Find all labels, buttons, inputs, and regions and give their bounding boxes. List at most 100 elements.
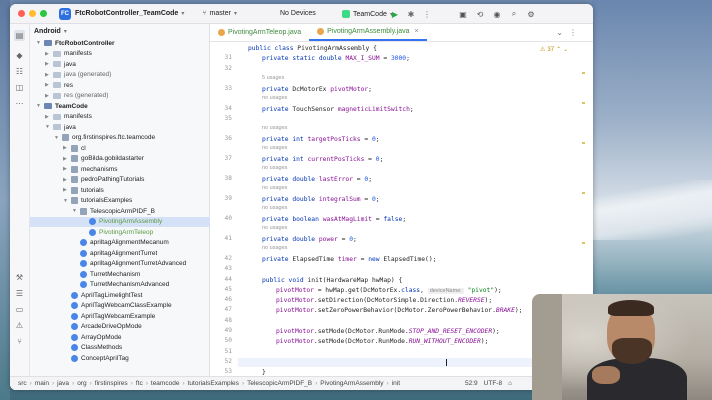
code-line[interactable]: pivotMotor.setDirection(DcMotorSimple.Di…	[276, 296, 492, 305]
usage-hint[interactable]: no usages	[262, 145, 287, 151]
tree-item[interactable]: ConceptAprilTag	[30, 353, 210, 363]
tree-item[interactable]: AprilTagWebcamExample	[30, 311, 210, 321]
usage-hint[interactable]: no usages	[262, 165, 287, 171]
chevron-icon[interactable]: ▶	[45, 51, 53, 57]
more-tools-icon[interactable]: ⋯	[14, 98, 25, 109]
breadcrumb-item[interactable]: TelescopicArmPIDF_B	[247, 380, 312, 387]
tabs-more-icon[interactable]: ⋮	[569, 28, 577, 37]
breadcrumb-item[interactable]: java	[57, 380, 69, 387]
more-icon[interactable]: ⋮	[422, 9, 432, 19]
code-line[interactable]: pivotMotor.setMode(DcMotor.RunMode.STOP_…	[276, 327, 500, 336]
tree-item[interactable]: TurretMechanismAdvanced	[30, 280, 210, 290]
tree-item[interactable]: apriltagAlignmentTurretAdvanced	[30, 259, 210, 269]
code-line[interactable]: private int currentPosTicks = 0;	[262, 155, 383, 164]
warnings-indicator[interactable]: ⚠ 37 ⌃ ⌄	[540, 46, 568, 54]
project-view-selector[interactable]: Android ▾	[30, 24, 209, 38]
breadcrumb-item[interactable]: tutorialsExamples	[188, 380, 239, 387]
logcat-icon[interactable]: ☰	[14, 288, 25, 299]
code-line[interactable]: public void init(HardwareMap hwMap) {	[262, 276, 402, 285]
tree-item[interactable]: apriltagAlignmentTurret	[30, 248, 210, 258]
tree-item[interactable]: ▶ manifests	[30, 49, 210, 59]
chevron-icon[interactable]: ▶	[63, 145, 71, 151]
usage-hint[interactable]: no usages	[262, 185, 287, 191]
tab-pivoting-arm-teleop[interactable]: PivotingArmTeleop.java	[210, 24, 309, 41]
device-manager-icon[interactable]: ▣	[458, 9, 468, 19]
lock-icon[interactable]: ⌂	[508, 380, 512, 387]
tree-item[interactable]: ▶ java	[30, 59, 210, 69]
project-selector[interactable]: FtcRobotController_TeamCode	[75, 10, 178, 17]
breadcrumb-item[interactable]: teamcode	[151, 380, 180, 387]
breadcrumb-item[interactable]: firstinspires	[95, 380, 128, 387]
chevron-icon[interactable]: ▼	[54, 135, 62, 141]
code-line[interactable]: private double power = 0;	[262, 235, 357, 244]
breadcrumb-item[interactable]: src	[18, 380, 27, 387]
usage-hint[interactable]: no usages	[262, 95, 287, 101]
code-line[interactable]: private static double MAX_I_SUM = 3000;	[262, 54, 410, 63]
structure-tool-icon[interactable]: ☷	[14, 66, 25, 77]
code-line[interactable]: private double integralSum = 0;	[262, 195, 380, 204]
tree-item[interactable]: ▶ tutorials	[30, 185, 210, 195]
tree-item[interactable]: ▼ TeamCode	[30, 101, 210, 111]
breadcrumb-item[interactable]: ftc	[136, 380, 143, 387]
terminal-icon[interactable]: ▭	[14, 304, 25, 315]
tree-item[interactable]: PivotingArmAssembly	[30, 216, 210, 227]
build-tool-icon[interactable]: ⚒	[14, 272, 25, 283]
search-icon[interactable]: ⌕	[509, 9, 519, 19]
code-line[interactable]: private double lastError = 0;	[262, 175, 372, 184]
usage-hint[interactable]: no usages	[262, 125, 287, 131]
tabs-list-icon[interactable]: ⌄	[556, 28, 563, 37]
tree-item[interactable]: ▼ tutorialsExamples	[30, 196, 210, 206]
minimize-window-button[interactable]	[29, 10, 36, 17]
tree-item[interactable]: ▼ org.firstinspires.ftc.teamcode	[30, 133, 210, 143]
chevron-icon[interactable]: ▶	[45, 93, 53, 99]
tree-item[interactable]: ArrayOpMode	[30, 332, 210, 342]
chevron-icon[interactable]: ▶	[45, 61, 53, 67]
tree-item[interactable]: ▶ java (generated)	[30, 70, 210, 80]
tree-item[interactable]: ▶ res (generated)	[30, 91, 210, 101]
usage-hint[interactable]: no usages	[262, 205, 287, 211]
code-line[interactable]: private DcMotorEx pivotMotor;	[262, 85, 372, 94]
tree-item[interactable]: apriltagAlignmentMecanum	[30, 238, 210, 248]
project-tool-icon[interactable]: ▤	[14, 30, 25, 41]
chevron-icon[interactable]: ▶	[45, 82, 53, 88]
chevron-icon[interactable]: ▼	[45, 124, 53, 130]
code-line[interactable]: private ElapsedTime timer = new ElapsedT…	[262, 255, 436, 264]
chevron-icon[interactable]: ▶	[45, 72, 53, 78]
breadcrumb-item[interactable]: PivotingArmAssembly	[320, 380, 383, 387]
code-line[interactable]: pivotMotor = hwMap.get(DcMotorEx.class, …	[276, 286, 502, 295]
close-tab-icon[interactable]: ×	[415, 28, 419, 35]
chevron-icon[interactable]: ▼	[72, 208, 80, 214]
usage-hint[interactable]: no usages	[262, 245, 287, 251]
branch-selector[interactable]: master	[210, 10, 231, 17]
chevron-icon[interactable]: ▼	[63, 198, 71, 204]
usage-hint[interactable]: 5 usages	[262, 75, 284, 81]
breadcrumb-item[interactable]: init	[392, 380, 400, 387]
chevron-icon[interactable]: ▶	[63, 156, 71, 162]
git-icon[interactable]: ⑂	[14, 336, 25, 347]
tree-item[interactable]: ▶ mechanisms	[30, 164, 210, 174]
device-selector[interactable]: No Devices	[280, 10, 316, 17]
tree-item[interactable]: ▼ FtcRobotController	[30, 38, 210, 48]
code-line[interactable]: pivotMotor.setZeroPowerBehavior(DcMotor.…	[276, 306, 522, 315]
code-line[interactable]: private TouchSensor magneticLimitSwitch;	[262, 105, 414, 114]
breadcrumb-item[interactable]: org	[77, 380, 86, 387]
encoding-indicator[interactable]: UTF-8	[484, 380, 502, 387]
problems-icon[interactable]: ⚠	[14, 320, 25, 331]
tree-item[interactable]: PivotingArmTeleop	[30, 227, 210, 237]
cursor-position[interactable]: 52:9	[465, 380, 478, 387]
commit-tool-icon[interactable]: ◆	[14, 50, 25, 61]
run-config-selector[interactable]: TeamCode ▾	[342, 10, 393, 18]
profile-icon[interactable]: ◉	[492, 9, 502, 19]
tree-item[interactable]: ▼ TelescopicArmPIDF_B	[30, 206, 210, 216]
code-line[interactable]: pivotMotor.setMode(DcMotor.RunMode.RUN_W…	[276, 337, 488, 346]
settings-icon[interactable]: ⚙	[526, 9, 536, 19]
chevron-icon[interactable]: ▼	[36, 103, 44, 109]
tree-item[interactable]: TurretMechanism	[30, 269, 210, 279]
resource-manager-icon[interactable]: ◫	[14, 82, 25, 93]
tree-item[interactable]: ▶ res	[30, 80, 210, 90]
chevron-icon[interactable]: ▶	[63, 166, 71, 172]
run-icon[interactable]: ▶	[390, 9, 400, 19]
breadcrumb-item[interactable]: main	[35, 380, 49, 387]
tree-item[interactable]: ArcadeDriveOpMode	[30, 322, 210, 332]
code-line[interactable]: private int targetPosTicks = 0;	[262, 135, 380, 144]
